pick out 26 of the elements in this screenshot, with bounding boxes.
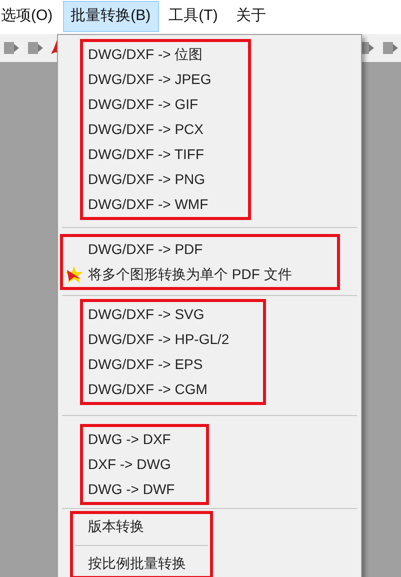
tool-icon[interactable]	[2, 39, 20, 57]
tool-icon[interactable]	[381, 39, 399, 57]
menu-option[interactable]: DWG/DXF -> PCX	[88, 119, 204, 140]
menu-item[interactable]: 关于	[228, 1, 274, 32]
menu-option[interactable]: DWG/DXF -> PDF	[88, 239, 203, 260]
menu-option[interactable]: DWG/DXF -> EPS	[88, 354, 203, 375]
menu-option[interactable]: DWG/DXF -> PNG	[88, 169, 206, 190]
menu-option[interactable]: 版本转换	[88, 516, 144, 537]
menu-option[interactable]: DWG/DXF -> JPEG	[88, 69, 212, 90]
menu-option[interactable]: DXF -> DWG	[88, 454, 171, 475]
menu-item[interactable]: 选项(O)	[0, 1, 61, 32]
tool-icon[interactable]	[26, 39, 44, 57]
menu-option[interactable]: DWG/DXF -> TIFF	[88, 144, 204, 165]
menu-option[interactable]: DWG/DXF -> WMF	[88, 194, 208, 215]
menu-option[interactable]: 按比例批量转换	[88, 553, 186, 574]
menu-option[interactable]: DWG/DXF -> 位图	[88, 44, 203, 65]
menu-option[interactable]: DWG -> DWF	[88, 479, 175, 500]
menu-option[interactable]: DWG/DXF -> CGM	[88, 379, 208, 400]
menu-option[interactable]: DWG -> DXF	[88, 429, 171, 450]
pdf-star-icon	[63, 265, 85, 285]
menu-option[interactable]: DWG/DXF -> HP-GL/2	[88, 329, 230, 350]
menu-option[interactable]: DWG/DXF -> SVG	[88, 304, 204, 325]
menu-option[interactable]: DWG/DXF -> GIF	[88, 94, 198, 115]
menu-option[interactable]: 将多个图形转换为单个 PDF 文件	[88, 264, 292, 285]
menu-item[interactable]: 批量转换(B)	[62, 1, 159, 32]
menu-item[interactable]: 工具(T)	[160, 1, 226, 32]
